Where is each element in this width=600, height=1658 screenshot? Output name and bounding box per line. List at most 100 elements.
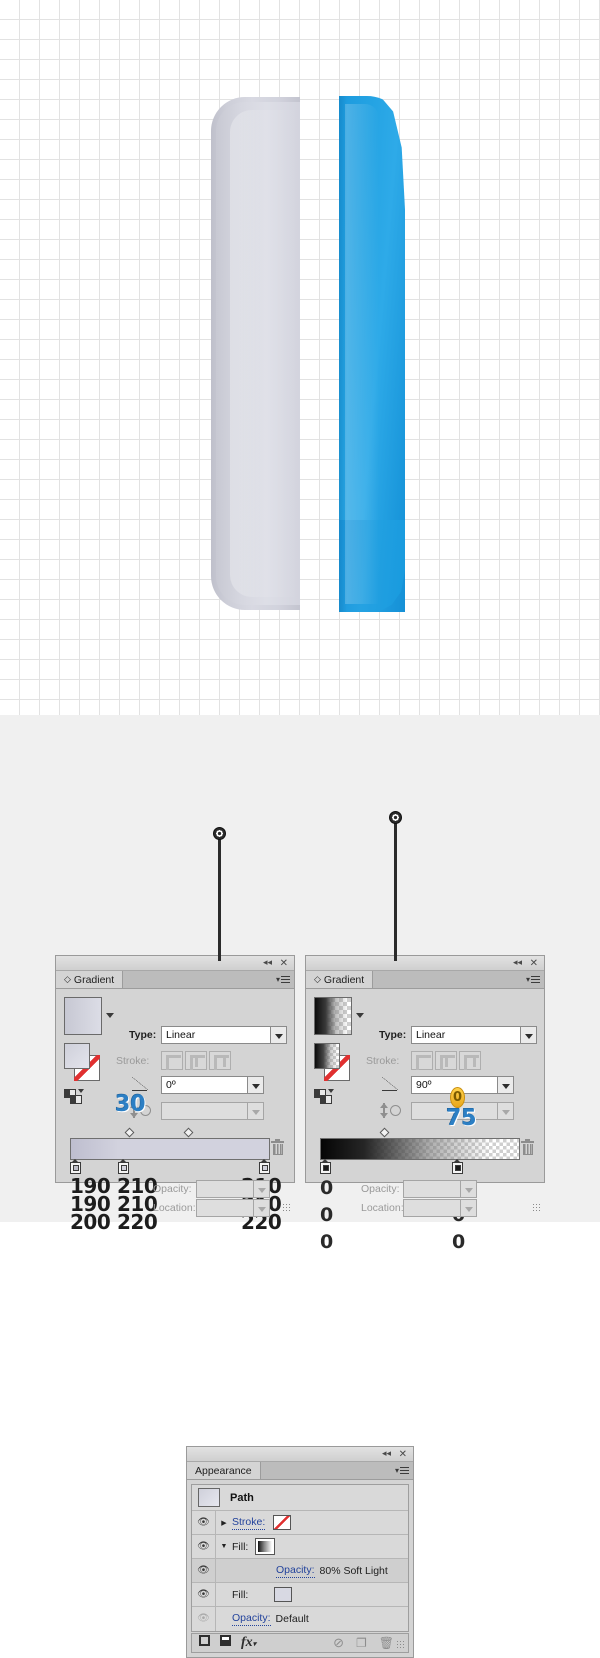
fill-stroke-indicator[interactable]	[64, 1043, 106, 1083]
solid-swatch[interactable]	[274, 1587, 293, 1602]
stop-1-values: 0 0 0	[320, 1175, 333, 1256]
type-dropdown-arrow[interactable]	[271, 1026, 287, 1044]
resize-grip[interactable]	[282, 1203, 291, 1212]
opacity-dropdown-arrow[interactable]	[254, 1180, 270, 1198]
gradient-left-tabrow: ◇ Gradient ▾	[56, 971, 294, 989]
connector-line-fill-gradient	[394, 819, 397, 961]
aspect-dropdown-arrow[interactable]	[248, 1102, 264, 1120]
tab-gradient-right[interactable]: ◇ Gradient	[306, 971, 374, 988]
location-dropdown-arrow[interactable]	[254, 1199, 270, 1217]
stroke-label: Stroke:	[116, 1055, 150, 1067]
close-icon[interactable]: ✕	[399, 1449, 407, 1460]
add-new-fill-icon[interactable]	[220, 1634, 231, 1652]
type-dropdown-arrow[interactable]	[521, 1026, 537, 1044]
gradient-stop-1[interactable]	[320, 1159, 331, 1174]
stroke-gradient-across-icon[interactable]	[209, 1051, 231, 1070]
opacity-label[interactable]: Opacity:	[276, 1564, 315, 1578]
chevron-down-icon[interactable]	[356, 1013, 364, 1018]
gradient-preview-thumbnail[interactable]	[314, 997, 352, 1035]
chevron-down-icon[interactable]	[106, 1013, 114, 1018]
aspect-dropdown-arrow[interactable]	[498, 1102, 514, 1120]
fill-indicator-box[interactable]	[314, 1043, 340, 1069]
location-dropdown-arrow[interactable]	[461, 1199, 477, 1217]
gradient-stop-2[interactable]	[118, 1159, 129, 1174]
duplicate-item-icon[interactable]: ❐	[356, 1634, 367, 1652]
opacity-label-2[interactable]: Opacity:	[232, 1612, 271, 1626]
gradient-left-titlebar: ◂◂ ✕	[56, 956, 294, 971]
resize-grip[interactable]	[396, 1640, 406, 1650]
appearance-row-opacity-softlight[interactable]: 👁 Opacity: 80% Soft Light	[192, 1558, 408, 1583]
add-new-stroke-icon[interactable]	[199, 1634, 210, 1652]
reverse-gradient-icon[interactable]	[314, 1089, 336, 1105]
reverse-gradient-icon[interactable]	[64, 1089, 86, 1105]
collapse-icon[interactable]: ◂◂	[513, 958, 522, 969]
type-value: Linear	[416, 1029, 446, 1041]
location-label: Location:	[153, 1202, 196, 1214]
fill-indicator-box[interactable]	[64, 1043, 90, 1069]
gradient-slider-track[interactable]	[70, 1138, 270, 1160]
stroke-gradient-across-icon[interactable]	[459, 1051, 481, 1070]
appearance-row-fill-gradient[interactable]: 👁 ▼ Fill:	[192, 1534, 408, 1559]
opacity-input[interactable]	[403, 1180, 461, 1198]
fx-label: fx	[241, 1634, 253, 1650]
eye-icon[interactable]: 👁	[192, 1582, 216, 1607]
location-label: Location:	[361, 1202, 404, 1214]
tab-appearance[interactable]: Appearance	[187, 1462, 261, 1479]
angle-dropdown-arrow[interactable]	[498, 1076, 514, 1094]
angle-input[interactable]: 0º	[161, 1076, 248, 1094]
resize-grip[interactable]	[532, 1203, 541, 1212]
triangle-down-icon[interactable]: ▼	[216, 1543, 232, 1550]
delete-item-icon[interactable]: 🗑	[379, 1634, 394, 1652]
stroke-gradient-along-icon[interactable]	[435, 1051, 457, 1070]
gradient-stop-2[interactable]	[452, 1159, 463, 1174]
collapse-icon[interactable]: ◂◂	[263, 958, 272, 969]
location-input[interactable]	[403, 1199, 461, 1217]
gradient-panel-left: ◂◂ ✕ ◇ Gradient ▾ Type: Linear Stroke: 0…	[55, 955, 295, 1232]
none-swatch[interactable]	[273, 1515, 292, 1530]
aspect-ratio-input[interactable]	[161, 1102, 248, 1120]
gradient-slider-track[interactable]	[320, 1138, 520, 1160]
gradient-preview-thumbnail[interactable]	[64, 997, 102, 1035]
opacity-label: Opacity:	[153, 1183, 192, 1195]
gradient-midpoint-1[interactable]	[124, 1127, 135, 1138]
eye-icon[interactable]: 👁	[192, 1558, 216, 1583]
gradient-swatch[interactable]	[255, 1538, 276, 1555]
gradient-midpoint-2[interactable]	[183, 1127, 194, 1138]
stroke-gradient-within-icon[interactable]	[411, 1051, 433, 1070]
delete-stop-icon[interactable]	[521, 1139, 534, 1156]
appearance-object-row[interactable]: Path	[192, 1485, 408, 1511]
panel-menu-icon[interactable]: ▾	[395, 1465, 409, 1476]
gradient-right-tabrow: ◇ Gradient ▾	[306, 971, 544, 989]
panel-menu-icon[interactable]: ▾	[526, 974, 540, 985]
eye-icon-dim[interactable]: 👁	[192, 1607, 216, 1631]
type-select[interactable]: Linear	[161, 1026, 271, 1044]
stop-1-v1: 0	[320, 1177, 334, 1199]
opacity-input[interactable]	[196, 1180, 254, 1198]
gradient-midpoint-1[interactable]	[379, 1127, 390, 1138]
panel-menu-icon[interactable]: ▾	[276, 974, 290, 985]
close-icon[interactable]: ✕	[530, 958, 538, 969]
appearance-row-stroke[interactable]: 👁 ▶ Stroke:	[192, 1510, 408, 1535]
tab-gradient-left[interactable]: ◇ Gradient	[56, 971, 124, 988]
type-select[interactable]: Linear	[411, 1026, 521, 1044]
add-new-effect-icon[interactable]: fx▾	[241, 1634, 256, 1653]
clear-appearance-icon[interactable]: ⊘	[333, 1634, 344, 1652]
stroke-gradient-along-icon[interactable]	[185, 1051, 207, 1070]
angle-dropdown-arrow[interactable]	[248, 1076, 264, 1094]
eye-icon[interactable]: 👁	[192, 1510, 216, 1535]
appearance-row-fill-solid[interactable]: 👁 Fill:	[192, 1582, 408, 1607]
appearance-row-opacity-default[interactable]: 👁 Opacity: Default	[192, 1607, 408, 1631]
close-icon[interactable]: ✕	[280, 958, 288, 969]
stroke-label[interactable]: Stroke:	[232, 1516, 266, 1530]
opacity-dropdown-arrow[interactable]	[461, 1180, 477, 1198]
triangle-right-icon[interactable]: ▶	[216, 1519, 232, 1527]
stroke-gradient-within-icon[interactable]	[161, 1051, 183, 1070]
opacity-label: Opacity:	[361, 1183, 400, 1195]
gradient-stop-3[interactable]	[259, 1159, 270, 1174]
fill-stroke-indicator[interactable]	[314, 1043, 356, 1083]
delete-stop-icon[interactable]	[271, 1139, 284, 1156]
collapse-icon[interactable]: ◂◂	[382, 1449, 391, 1460]
gradient-stop-1[interactable]	[70, 1159, 81, 1174]
eye-icon[interactable]: 👁	[192, 1534, 216, 1559]
location-input[interactable]	[196, 1199, 254, 1217]
